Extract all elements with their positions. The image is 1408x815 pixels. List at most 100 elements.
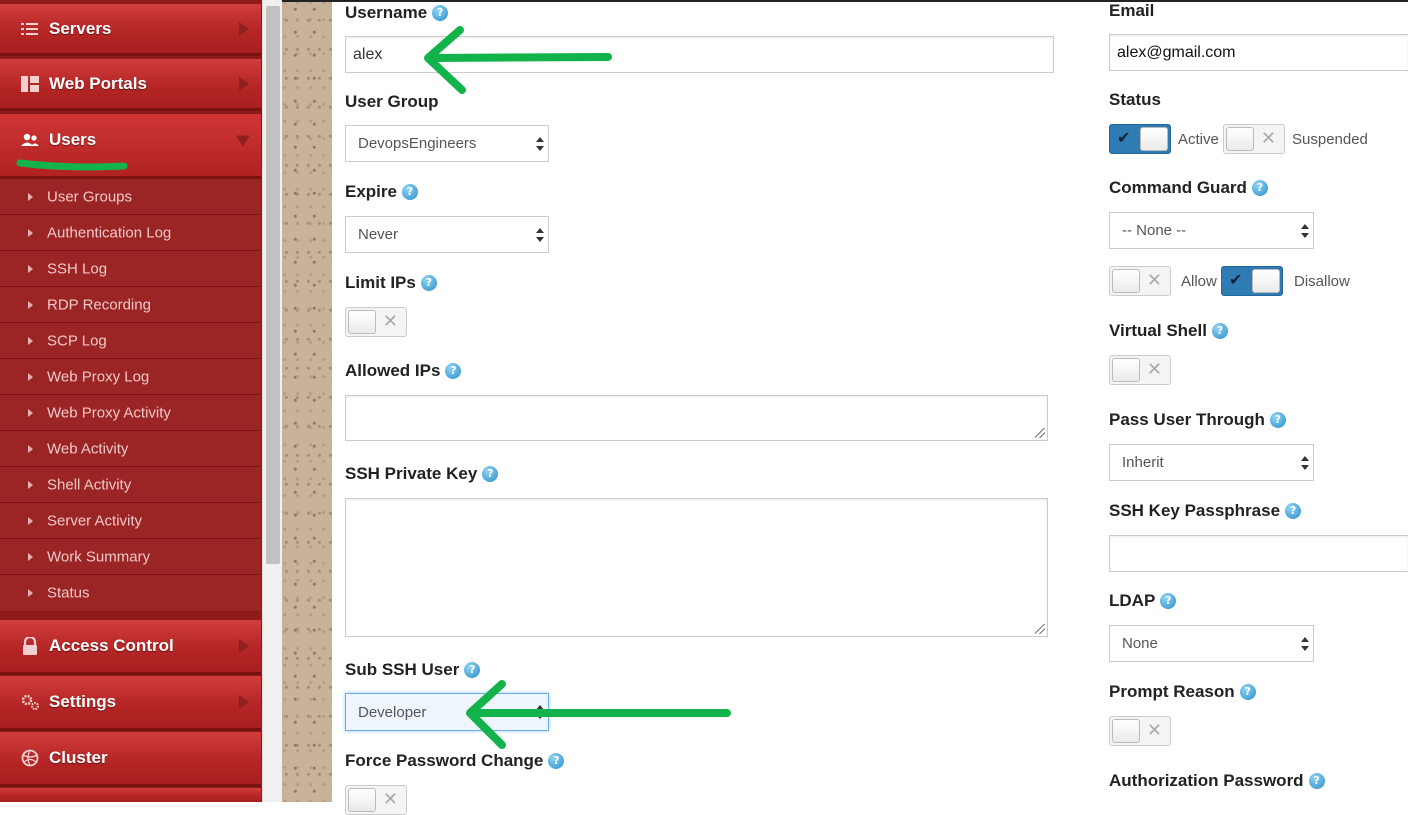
force-password-change-toggle[interactable]: ✕ [345, 785, 407, 815]
help-icon[interactable]: ? [1251, 180, 1268, 196]
help-icon[interactable]: ? [1269, 412, 1286, 428]
user-group-label: User Group [345, 92, 439, 112]
sub-ssh-user-select[interactable]: Developer [345, 693, 549, 731]
chevron-right-icon [239, 76, 249, 91]
bullet-icon [28, 408, 33, 417]
menu-next[interactable] [0, 788, 261, 802]
check-icon: ✔ [1229, 270, 1243, 289]
select-arrows-icon [536, 227, 544, 242]
command-guard-disallow-toggle[interactable]: ✔ [1221, 266, 1283, 296]
submenu-item-web-proxy-log[interactable]: Web Proxy Log [0, 359, 261, 395]
submenu-label: Authentication Log [47, 224, 172, 241]
help-icon[interactable]: ? [1285, 503, 1302, 519]
submenu-item-rdp-recording[interactable]: RDP Recording [0, 287, 261, 323]
command-guard-select[interactable]: -- None -- [1109, 212, 1314, 249]
help-icon[interactable]: ? [1160, 593, 1177, 609]
status-suspended-toggle[interactable]: ✕ [1223, 124, 1285, 154]
command-guard-disallow-label: Disallow [1294, 273, 1350, 290]
submenu-item-status[interactable]: Status [0, 575, 261, 611]
help-icon[interactable]: ? [401, 184, 418, 200]
dashboard-icon [21, 75, 39, 92]
ldap-label-text: LDAP [1109, 591, 1156, 610]
cork-background [282, 0, 332, 802]
toggle-knob [1112, 269, 1140, 293]
command-guard-allow-toggle[interactable]: ✕ [1109, 266, 1171, 296]
command-guard-allow-label: Allow [1181, 273, 1217, 290]
menu-settings[interactable]: Settings [0, 676, 261, 731]
scroll-thumb[interactable] [266, 6, 280, 564]
virtual-shell-label: Virtual Shell? [1109, 321, 1228, 341]
menu-access-control[interactable]: Access Control [0, 620, 261, 675]
help-icon[interactable]: ? [432, 5, 449, 21]
menu-cluster[interactable]: Cluster [0, 732, 261, 787]
submenu-item-web-proxy-activity[interactable]: Web Proxy Activity [0, 395, 261, 431]
menu-label: Access Control [49, 636, 174, 655]
pass-user-through-value: Inherit [1122, 454, 1164, 471]
submenu-item-web-activity[interactable]: Web Activity [0, 431, 261, 467]
sub-ssh-user-value: Developer [358, 703, 427, 721]
limit-ips-toggle[interactable]: ✕ [345, 307, 407, 337]
bullet-icon [28, 192, 33, 201]
email-label: Email [1109, 1, 1154, 21]
status-label-text: Status [1109, 90, 1161, 109]
status-active-toggle[interactable]: ✔ [1109, 124, 1171, 154]
bullet-icon [28, 480, 33, 489]
submenu-label: Status [47, 584, 90, 602]
users-icon [21, 133, 39, 146]
chevron-down-icon [236, 135, 250, 147]
submenu-item-user-groups[interactable]: User Groups [0, 179, 261, 215]
menu-users[interactable]: Users [0, 114, 261, 179]
submenu-item-scp-log[interactable]: SCP Log [0, 323, 261, 359]
toggle-knob [348, 788, 376, 812]
prompt-reason-toggle[interactable]: ✕ [1109, 716, 1171, 746]
user-group-label-text: User Group [345, 92, 439, 111]
help-icon[interactable]: ? [420, 275, 437, 291]
email-input[interactable]: alex@gmail.com [1109, 34, 1408, 71]
resize-grip-icon[interactable] [1035, 428, 1045, 438]
user-group-select[interactable]: DevopsEngineers [345, 125, 549, 162]
submenu-item-ssh-log[interactable]: SSH Log [0, 251, 261, 287]
username-input[interactable]: alex [345, 36, 1054, 73]
ssh-key-passphrase-label-text: SSH Key Passphrase [1109, 501, 1281, 520]
help-icon[interactable]: ? [464, 662, 481, 678]
expire-value: Never [358, 226, 399, 243]
x-icon: ✕ [382, 311, 398, 332]
help-icon[interactable]: ? [548, 753, 565, 769]
allowed-ips-label-text: Allowed IPs [345, 361, 441, 380]
menu-label: Cluster [49, 748, 108, 767]
help-icon[interactable]: ? [1308, 773, 1325, 789]
submenu-item-work-summary[interactable]: Work Summary [0, 539, 261, 575]
gears-icon [21, 694, 39, 710]
submenu-item-server-activity[interactable]: Server Activity [0, 503, 261, 539]
sidebar-scrollbar[interactable] [262, 0, 283, 802]
allowed-ips-textarea[interactable] [345, 395, 1048, 441]
pass-user-through-select[interactable]: Inherit [1109, 444, 1314, 481]
authorization-password-label-text: Authorization Password [1109, 771, 1304, 790]
sub-ssh-user-label-text: Sub SSH User [345, 660, 460, 679]
force-password-change-label-text: Force Password Change [345, 751, 544, 770]
help-icon[interactable]: ? [1211, 323, 1228, 339]
select-arrows-icon [1301, 223, 1309, 238]
chevron-right-icon [239, 695, 249, 709]
submenu-label: SSH Log [47, 260, 108, 277]
submenu-label: User Groups [47, 188, 133, 205]
resize-grip-icon[interactable] [1035, 624, 1045, 634]
ssh-private-key-textarea[interactable] [345, 498, 1048, 637]
prompt-reason-label: Prompt Reason? [1109, 682, 1256, 702]
virtual-shell-toggle[interactable]: ✕ [1109, 355, 1171, 385]
submenu-item-authentication-log[interactable]: Authentication Log [0, 215, 261, 251]
menu-web-portals[interactable]: Web Portals [0, 59, 261, 111]
toggle-knob [1140, 127, 1168, 151]
sidebar: Servers Web Portals Users User Groups Au… [0, 0, 262, 802]
help-icon[interactable]: ? [1239, 684, 1256, 700]
limit-ips-label: Limit IPs? [345, 273, 437, 293]
expire-select[interactable]: Never [345, 216, 549, 253]
help-icon[interactable]: ? [445, 363, 462, 379]
submenu-item-shell-activity[interactable]: Shell Activity [0, 467, 261, 503]
sub-ssh-user-label: Sub SSH User? [345, 660, 481, 680]
help-icon[interactable]: ? [482, 466, 499, 482]
ldap-label: LDAP? [1109, 591, 1177, 611]
ldap-select[interactable]: None [1109, 625, 1314, 662]
menu-servers[interactable]: Servers [0, 4, 261, 56]
ssh-key-passphrase-input[interactable] [1109, 535, 1408, 572]
